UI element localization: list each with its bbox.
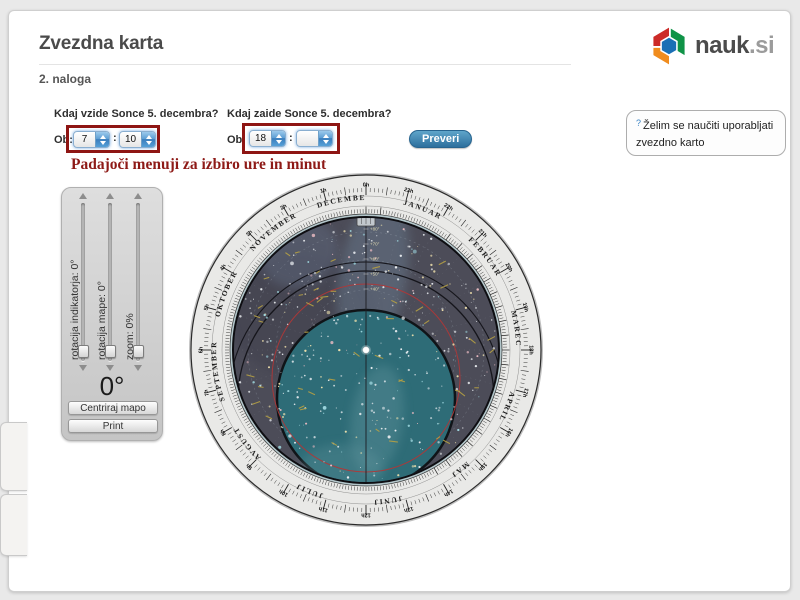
question-mark-icon: ?: [636, 118, 641, 128]
sunrise-minute-stepper[interactable]: 10: [119, 131, 156, 148]
svg-text:+40°: +40°: [370, 287, 380, 292]
map-control-panel: rotacija indikatorja: 0° rotacija mape: …: [61, 187, 163, 441]
planisphere-svg[interactable]: 0h1h2h3h4h5h6h7h8h9h10h11h12h13h14h15h16…: [181, 165, 551, 535]
svg-text:+70°: +70°: [370, 242, 380, 247]
svg-text:18h: 18h: [528, 345, 534, 355]
sunset-hour-stepper[interactable]: 18: [249, 130, 286, 147]
ob-label-sunrise: Ob:: [54, 134, 73, 146]
tab-orodja[interactable]: Orodja: [0, 494, 27, 556]
slider-up-arrow[interactable]: [134, 193, 142, 199]
nauk-logo[interactable]: nauk.si: [647, 24, 774, 68]
stepper-arrows-icon[interactable]: [141, 132, 155, 147]
question-sunrise: Kdaj vzide Sonce 5. decembra?: [54, 108, 218, 120]
center-map-button[interactable]: Centriraj mapo: [68, 401, 158, 415]
time-colon: :: [289, 132, 293, 144]
map-rotation-slider[interactable]: [108, 203, 112, 361]
sunset-hour-value[interactable]: 18: [250, 133, 271, 144]
time-colon: :: [113, 132, 117, 144]
nauk-logo-text: nauk.si: [695, 32, 774, 60]
svg-text:6h: 6h: [199, 346, 205, 353]
check-button[interactable]: Preveri: [409, 130, 472, 148]
nauk-logo-icon: [647, 24, 691, 68]
question-sunset: Kdaj zaide Sonce 5. decembra?: [227, 108, 391, 120]
indicator-rotation-slider[interactable]: [81, 203, 85, 361]
svg-text:+60°: +60°: [370, 257, 380, 262]
sunrise-minute-value[interactable]: 10: [120, 134, 141, 145]
map-rotation-label: rotacija mape: 0°: [96, 281, 108, 360]
svg-text:12h: 12h: [361, 512, 371, 518]
sunrise-hour-value[interactable]: 7: [74, 134, 95, 145]
planisphere[interactable]: 0h1h2h3h4h5h6h7h8h9h10h11h12h13h14h15h16…: [181, 165, 551, 535]
stepper-arrows-icon[interactable]: [271, 131, 285, 146]
content-card: Zvezdna karta 2. naloga nauk.si Kdaj vzi…: [8, 10, 791, 592]
ob-label-sunset: Ob:: [227, 134, 246, 146]
title-divider: [39, 64, 571, 65]
zoom-label: zoom: 0%: [124, 313, 136, 360]
svg-text:+50°: +50°: [370, 272, 380, 277]
sunrise-hour-stepper[interactable]: 7: [73, 131, 110, 148]
print-button[interactable]: Print: [68, 419, 158, 433]
tab-o-gradivu[interactable]: i O gradivu: [0, 422, 27, 491]
task-label: 2. naloga: [39, 72, 91, 86]
sunset-minute-stepper[interactable]: [296, 130, 333, 147]
slider-up-arrow[interactable]: [106, 193, 114, 199]
indicator-rotation-label: rotacija indikatorja: 0°: [69, 260, 81, 361]
help-link-line1: Želim se naučiti uporabljati: [643, 120, 773, 132]
slider-up-arrow[interactable]: [79, 193, 87, 199]
stepper-arrows-icon[interactable]: [95, 132, 109, 147]
page-title: Zvezdna karta: [39, 33, 163, 55]
stepper-arrows-icon[interactable]: [318, 131, 332, 146]
svg-text:+80°: +80°: [370, 227, 380, 232]
help-link-box[interactable]: ?Želim se naučiti uporabljati zvezdno ka…: [626, 110, 786, 156]
help-link-line2: zvezdno karto: [636, 137, 704, 149]
angle-display: 0°: [62, 371, 162, 402]
svg-text:0h: 0h: [363, 183, 370, 189]
zoom-slider[interactable]: [136, 203, 140, 361]
